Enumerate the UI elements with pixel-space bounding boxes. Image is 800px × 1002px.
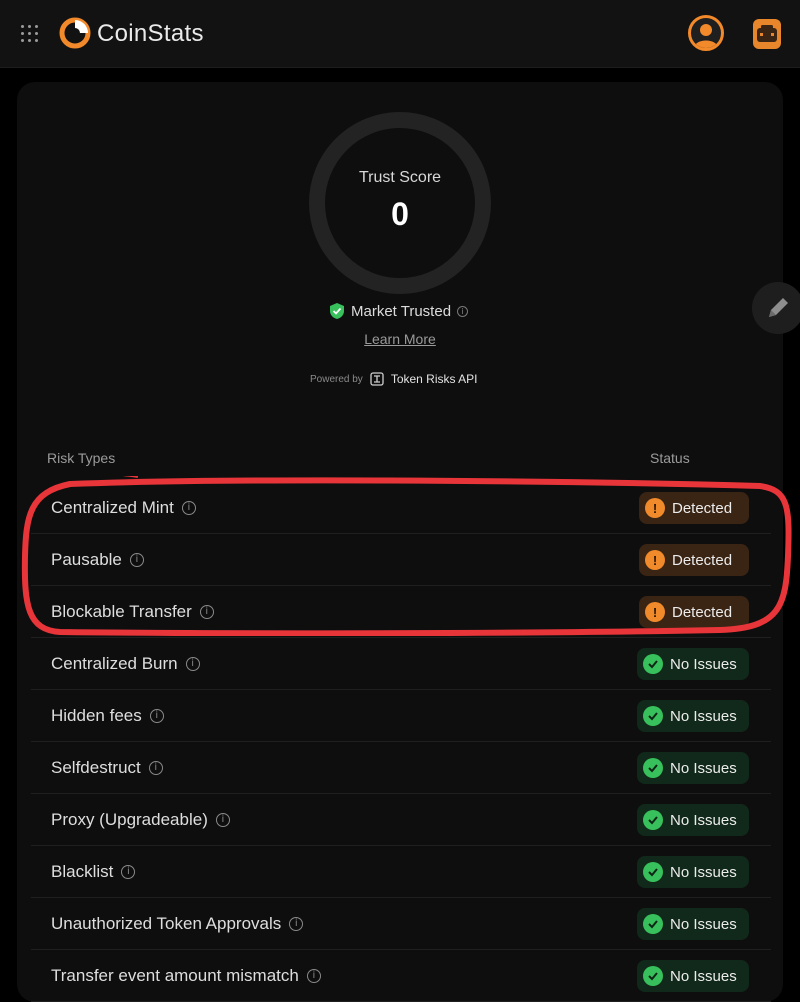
check-circle-icon (643, 914, 663, 934)
warning-icon: ! (645, 602, 665, 622)
status-text: Detected (672, 603, 733, 621)
risk-types-header: Risk Types (47, 450, 116, 466)
risk-name: Blacklist (51, 862, 114, 881)
check-circle-icon (643, 706, 663, 726)
status-text: No Issues (670, 863, 737, 881)
warning-icon: ! (645, 550, 665, 570)
status-badge: No Issues (637, 752, 749, 784)
powered-by: Powered by Token Risks API (310, 370, 478, 388)
shield-check-icon (330, 303, 344, 319)
pencil-icon (769, 298, 788, 317)
table-row: Centralized Burn i No Issues (31, 638, 771, 690)
table-row: Blacklist i No Issues (31, 846, 771, 898)
status-badge: No Issues (637, 908, 749, 940)
info-icon[interactable]: i (149, 709, 164, 723)
risk-name: Unauthorized Token Approvals (51, 914, 282, 933)
check-circle-icon (643, 966, 663, 986)
status-badge: No Issues (637, 804, 749, 836)
trust-score-value: 0 (391, 196, 409, 232)
status-header: Status (650, 450, 690, 466)
user-avatar-icon (694, 24, 718, 48)
risk-name: Proxy (Upgradeable) (51, 810, 208, 829)
status-text: No Issues (670, 759, 737, 777)
risk-name: Transfer event amount mismatch (51, 966, 299, 985)
info-icon[interactable]: i (199, 605, 214, 619)
info-icon[interactable]: i (129, 553, 144, 567)
status-text: Detected (672, 499, 733, 517)
portfolio-briefcase-icon[interactable] (748, 15, 786, 53)
info-icon[interactable]: i (215, 813, 230, 827)
risk-name: Blockable Transfer (51, 602, 192, 621)
status-text: No Issues (670, 707, 737, 725)
coinstats-logo-icon[interactable] (59, 17, 91, 49)
risk-table: Centralized Mint i ! Detected Pausable i ! D… (31, 482, 771, 1002)
top-bar: CoinStats (0, 0, 800, 68)
trust-score-label: Trust Score (358, 169, 442, 186)
apps-grid-icon[interactable] (21, 25, 39, 43)
status-text: No Issues (670, 811, 737, 829)
info-icon[interactable]: i (181, 501, 196, 515)
powered-by-label: Powered by (310, 373, 363, 385)
token-risks-api-name[interactable]: Token Risks API (391, 372, 478, 386)
check-circle-icon (643, 862, 663, 882)
table-row: Transfer event amount mismatch i No Issue… (31, 950, 771, 1002)
info-icon[interactable]: i (306, 969, 321, 983)
table-row: Unauthorized Token Approvals i No Issues (31, 898, 771, 950)
status-text: No Issues (670, 655, 737, 673)
risk-name: Pausable (51, 550, 122, 569)
status-text: No Issues (670, 915, 737, 933)
risk-name: Selfdestruct (51, 758, 141, 777)
status-text: Detected (672, 551, 733, 569)
market-trusted-badge: Market Trusted i (329, 301, 469, 321)
market-trusted-label: Market Trusted (351, 302, 452, 320)
risk-name: Centralized Mint (51, 498, 174, 517)
status-badge: No Issues (637, 856, 749, 888)
table-row: Hidden fees i No Issues (31, 690, 771, 742)
table-row: Proxy (Upgradeable) i No Issues (31, 794, 771, 846)
table-row: Blockable Transfer i ! Detected (31, 586, 771, 638)
brand-name[interactable]: CoinStats (97, 20, 204, 48)
info-icon[interactable]: i (148, 761, 163, 775)
warning-icon: ! (645, 498, 665, 518)
risk-name: Hidden fees (51, 706, 142, 725)
risk-name: Centralized Burn (51, 654, 178, 673)
profile-button[interactable] (688, 15, 724, 51)
status-badge: ! Detected (639, 596, 749, 628)
table-row: Pausable i ! Detected (31, 534, 771, 586)
info-icon[interactable]: i (121, 865, 136, 879)
info-icon[interactable]: i (457, 305, 469, 317)
table-row: Centralized Mint i ! Detected (31, 482, 771, 534)
check-circle-icon (643, 810, 663, 830)
status-badge: ! Detected (639, 492, 749, 524)
token-risks-api-logo-icon (370, 372, 384, 386)
check-circle-icon (643, 758, 663, 778)
info-icon[interactable]: i (185, 657, 200, 671)
status-badge: ! Detected (639, 544, 749, 576)
edit-button[interactable] (752, 282, 800, 334)
table-row: Selfdestruct i No Issues (31, 742, 771, 794)
status-badge: No Issues (637, 648, 749, 680)
status-badge: No Issues (637, 960, 749, 992)
check-circle-icon (643, 654, 663, 674)
learn-more-link[interactable]: Learn More (300, 331, 500, 347)
info-icon[interactable]: i (289, 917, 304, 931)
status-text: No Issues (670, 967, 737, 985)
status-badge: No Issues (637, 700, 749, 732)
